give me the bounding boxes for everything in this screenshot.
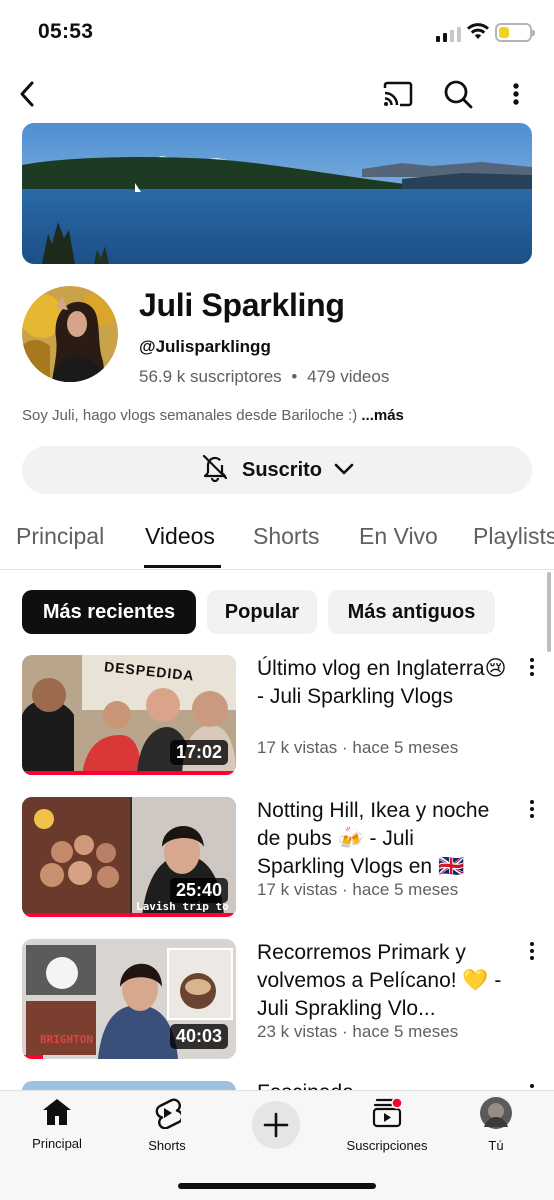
description-text: Soy Juli, hago vlogs semanales desde Bar…: [22, 407, 358, 424]
video-meta: 23 k vistas · hace 5 meses: [257, 1022, 459, 1041]
video-more-icon[interactable]: [526, 942, 538, 960]
battery-icon: [495, 23, 535, 42]
channel-avatar[interactable]: [22, 286, 118, 382]
create-plus-icon[interactable]: [252, 1101, 300, 1149]
nav-tu[interactable]: Tú: [478, 1097, 514, 1153]
back-arrow-icon[interactable]: [12, 78, 42, 110]
video-title[interactable]: Recorremos Primark y volvemos a Pelícano…: [257, 939, 507, 1023]
video-duration: 40:03: [169, 1024, 228, 1049]
thumbnail-overlay-text: BRIGHTON: [40, 1033, 93, 1046]
home-icon: [41, 1097, 73, 1130]
tab-principal[interactable]: Principal: [16, 523, 104, 550]
tab-en-vivo[interactable]: En Vivo: [359, 523, 438, 550]
tab-videos[interactable]: Videos: [145, 523, 215, 550]
cast-icon[interactable]: [380, 78, 416, 110]
nav-label: Shorts: [148, 1138, 186, 1153]
nav-label: Tú: [488, 1138, 504, 1153]
channel-banner: [22, 123, 532, 264]
more-vert-icon[interactable]: [504, 78, 528, 110]
stats-separator: •: [291, 367, 298, 386]
video-title[interactable]: Último vlog en Inglaterra😢 - Juli Sparkl…: [257, 655, 507, 739]
subscriptions-icon: [371, 1097, 403, 1132]
subscribed-button[interactable]: Suscrito: [22, 446, 532, 494]
video-more-icon[interactable]: [526, 658, 538, 676]
watch-progress-bar: [22, 1055, 44, 1059]
video-meta: 17 k vistas · hace 5 meses: [257, 880, 459, 899]
profile-avatar: [480, 1097, 512, 1132]
home-indicator: [178, 1183, 376, 1189]
tab-playlists[interactable]: Playlists: [473, 523, 554, 550]
chip-mas-recientes[interactable]: Más recientes: [22, 590, 196, 634]
channel-handle: @Julisparklingg: [139, 337, 271, 356]
channel-stats: 56.9 k suscriptores • 479 videos: [139, 367, 389, 387]
wifi-icon: [467, 22, 489, 45]
channel-tabs: Principal Videos Shorts En Vivo Playlist…: [0, 518, 554, 570]
tab-shorts[interactable]: Shorts: [253, 523, 319, 550]
description-more-link[interactable]: ...más: [361, 407, 404, 424]
nav-shorts[interactable]: Shorts: [140, 1097, 194, 1153]
video-thumbnail[interactable]: DESPEDIDA 17:02: [22, 655, 236, 775]
channel-name: Juli Sparkling: [139, 287, 345, 323]
status-time: 05:53: [38, 20, 94, 43]
watch-progress-bar: [22, 913, 236, 917]
video-thumbnail[interactable]: BRIGHTON 40:03: [22, 939, 236, 1059]
watch-progress-bar: [22, 771, 236, 775]
video-meta: 17 k vistas · hace 5 meses: [257, 738, 459, 757]
video-title[interactable]: Notting Hill, Ikea y noche de pubs 🍻 - J…: [257, 797, 507, 881]
bell-off-icon: [200, 452, 230, 488]
active-tab-indicator: [144, 565, 221, 568]
subscriber-count: 56.9 k suscriptores: [139, 367, 282, 386]
cellular-signal-icon: [436, 26, 461, 42]
video-thumbnail[interactable]: Lavish trip to London 25:40: [22, 797, 236, 917]
video-more-icon[interactable]: [526, 800, 538, 818]
shorts-icon: [153, 1097, 184, 1132]
nav-principal[interactable]: Principal: [28, 1097, 86, 1151]
chevron-down-icon: [334, 459, 354, 482]
nav-label: Suscripciones: [346, 1138, 428, 1153]
channel-description[interactable]: Soy Juli, hago vlogs semanales desde Bar…: [22, 407, 404, 424]
video-count: 479 videos: [307, 367, 390, 386]
chip-popular[interactable]: Popular: [207, 590, 317, 634]
subscribed-label: Suscrito: [241, 458, 323, 481]
search-icon[interactable]: [440, 76, 476, 112]
nav-label: Principal: [32, 1136, 82, 1151]
chip-mas-antiguos[interactable]: Más antiguos: [328, 590, 495, 634]
nav-suscripciones[interactable]: Suscripciones: [342, 1097, 432, 1153]
video-duration: 25:40: [169, 878, 228, 903]
scrollbar[interactable]: [547, 572, 551, 652]
video-duration: 17:02: [169, 740, 228, 765]
